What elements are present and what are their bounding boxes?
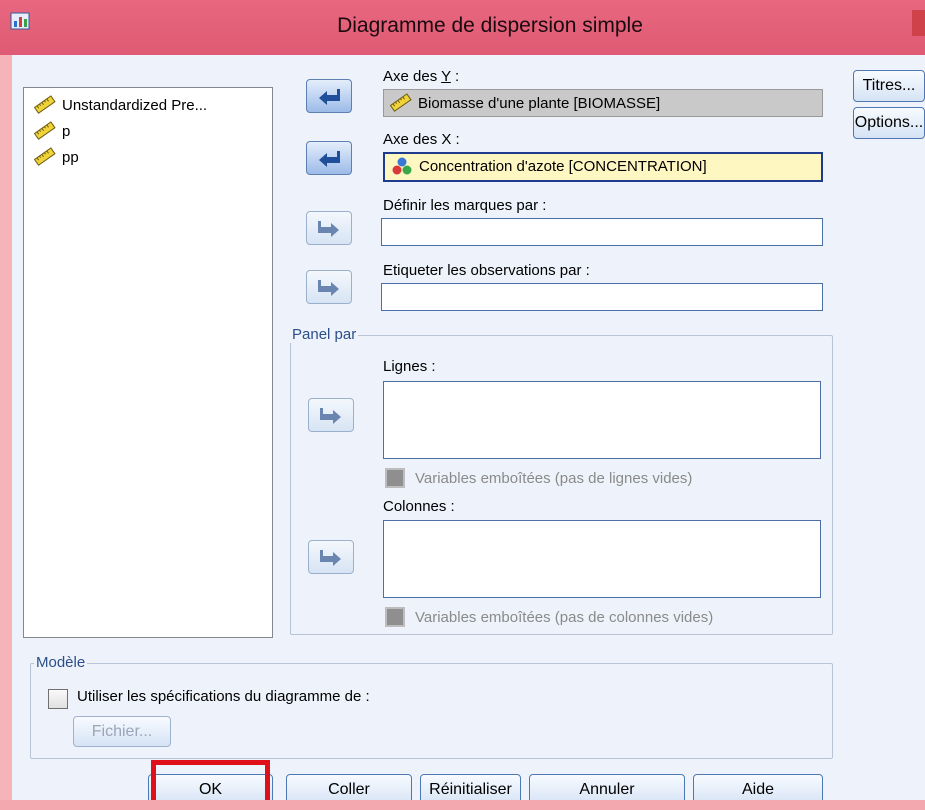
columns-nested-label: Variables emboîtées (pas de colonnes vid… [415,608,714,626]
options-button[interactable]: Options... [853,107,925,139]
template-group-title: Modèle [34,654,88,671]
arrow-right-icon [320,408,341,424]
rows-box[interactable] [383,381,821,459]
titles-button[interactable]: Titres... [853,70,925,102]
variable-label: p [62,122,71,140]
x-axis-label: Axe des X : [383,131,460,148]
columns-label: Colonnes : [383,498,455,515]
window-title: Diagramme de dispersion simple [337,14,643,37]
y-axis-label: Axe des Y : [383,68,460,85]
columns-box[interactable] [383,520,821,598]
variable-label: Unstandardized Pre... [62,96,208,114]
use-spec-label: Utiliser les spécifications du diagramme… [77,688,370,705]
move-labels-button[interactable] [306,270,352,304]
checkbox-disabled-icon [385,468,405,488]
move-y-axis-button[interactable] [306,79,352,113]
move-rows-button[interactable] [308,398,354,432]
checkbox-disabled-icon [385,607,405,627]
label-observations-field[interactable] [381,283,823,311]
arrow-right-icon [320,550,341,566]
panel-group-title: Panel par [290,326,359,343]
list-item[interactable]: Unstandardized Pre... [34,94,207,116]
use-spec-checkbox[interactable] [48,689,68,709]
move-x-axis-button[interactable] [306,141,352,175]
arrow-left-icon [319,89,340,105]
arrow-right-icon [318,221,339,237]
move-markers-button[interactable] [306,211,352,245]
markers-label: Définir les marques par : [383,197,547,214]
window-close-edge[interactable] [912,10,925,36]
variable-label: pp [62,148,79,166]
rows-nested-checkbox: Variables emboîtées (pas de lignes vides… [385,468,692,488]
list-item[interactable]: pp [34,146,79,168]
x-axis-value: Concentration d'azote [CONCENTRATION] [419,157,707,175]
nominal-variable-icon [392,157,412,175]
label-observations-label: Etiqueter les observations par : [383,262,590,279]
y-axis-value: Biomasse d'une plante [BIOMASSE] [418,94,661,112]
scale-ruler-icon [34,95,56,114]
scale-ruler-icon [34,147,56,166]
y-axis-field[interactable]: Biomasse d'une plante [BIOMASSE] [383,89,823,117]
rows-label: Lignes : [383,358,436,375]
source-variable-list[interactable]: Unstandardized Pre... p pp [23,87,273,638]
scale-ruler-icon [390,93,412,112]
arrow-right-icon [318,280,339,296]
columns-nested-checkbox: Variables emboîtées (pas de colonnes vid… [385,607,713,627]
markers-field[interactable] [381,218,823,246]
bottom-edge [0,800,925,810]
list-item[interactable]: p [34,120,70,142]
arrow-left-icon [319,151,340,167]
scale-ruler-icon [34,121,56,140]
x-axis-field[interactable]: Concentration d'azote [CONCENTRATION] [383,152,823,182]
file-button[interactable]: Fichier... [73,716,171,747]
rows-nested-label: Variables emboîtées (pas de lignes vides… [415,469,693,487]
move-columns-button[interactable] [308,540,354,574]
